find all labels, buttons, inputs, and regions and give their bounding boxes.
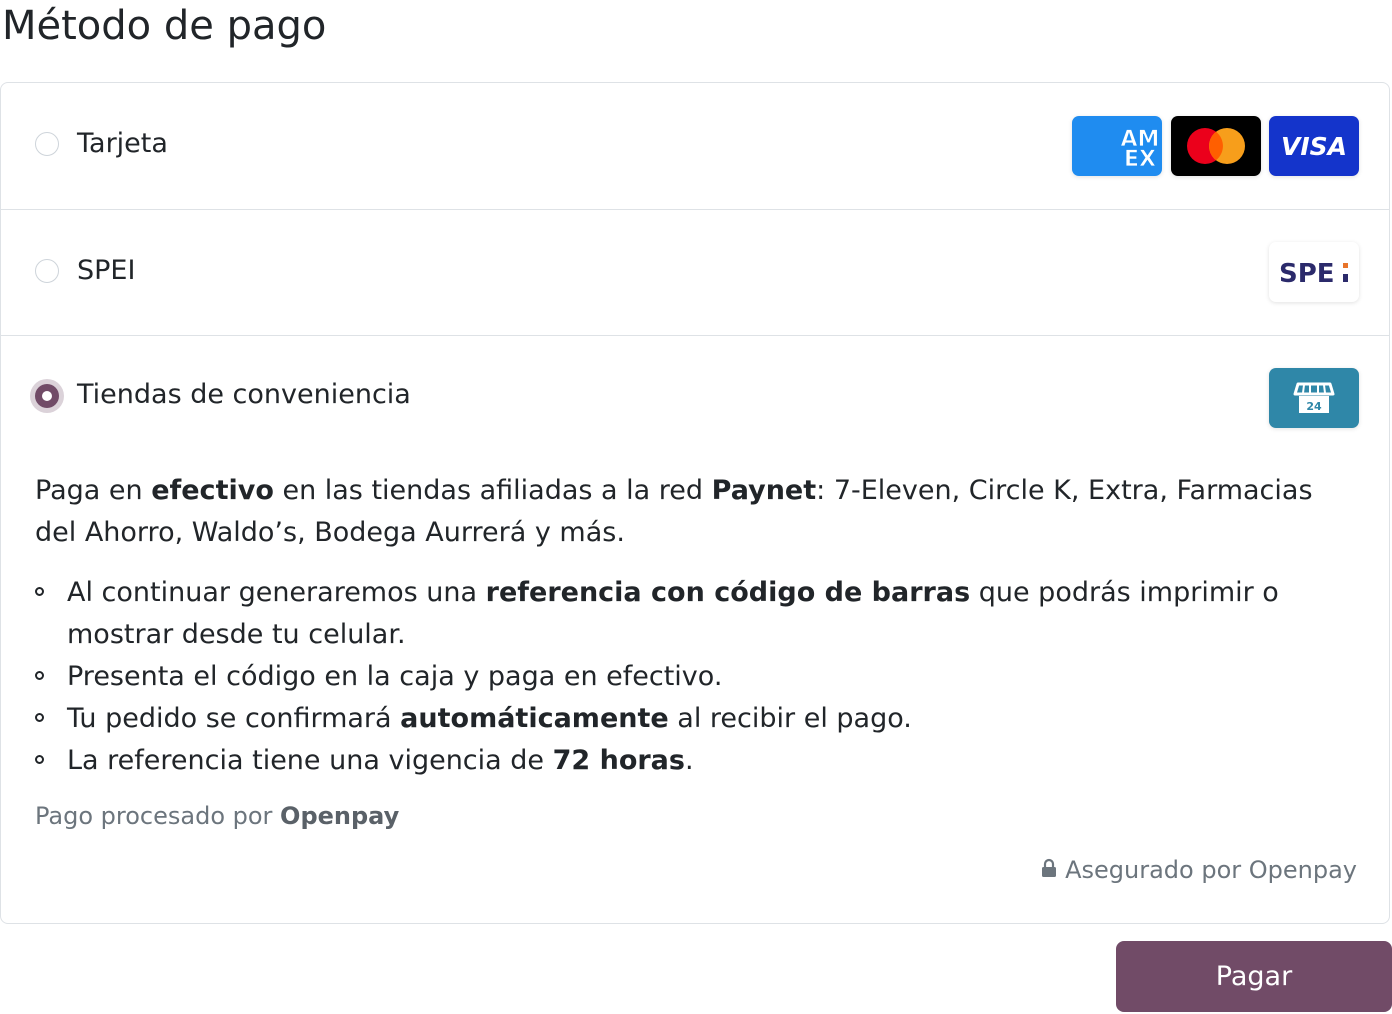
spei-radio[interactable] [35, 259, 59, 283]
bullet-icon [35, 755, 44, 764]
spei-text: SPE [1279, 259, 1335, 289]
payment-method-card[interactable]: Tarjeta AM EX VISA [1, 83, 1389, 210]
list-item: La referencia tiene una vigencia de 72 h… [35, 740, 1335, 782]
stores-method-label: Tiendas de conveniencia [77, 379, 411, 410]
payment-method-stores[interactable]: Tiendas de conveniencia 24 Paga en efect… [1, 336, 1389, 924]
amex-icon: AM EX [1072, 116, 1162, 176]
payment-method-spei[interactable]: SPEI SPE [1, 210, 1389, 336]
amex-line2: EX [1124, 147, 1156, 172]
payment-method-list: Tarjeta AM EX VISA SPEI SPE Tiendas de c… [0, 82, 1390, 924]
card-radio[interactable] [35, 132, 59, 156]
list-item: Al continuar generaremos una referencia … [35, 572, 1335, 656]
card-method-label: Tarjeta [77, 128, 168, 159]
visa-text: VISA [1281, 132, 1347, 161]
bullet-icon [35, 671, 44, 680]
list-item: Tu pedido se confirmará automáticamente … [35, 698, 1335, 740]
secured-by-notice: Asegurado por Openpay [1041, 856, 1357, 884]
stores-steps-list: Al continuar generaremos una referencia … [35, 572, 1335, 782]
list-item: Presenta el código en la caja y paga en … [35, 656, 1335, 698]
stores-radio[interactable] [35, 384, 59, 408]
page-title: Método de pago [2, 3, 327, 49]
pay-button[interactable]: Pagar [1116, 941, 1392, 1012]
store-24-icon: 24 [1269, 368, 1359, 428]
processed-by-text: Pago procesado por Openpay [35, 802, 400, 830]
stores-description: Paga en efectivo en las tiendas afiliada… [35, 475, 1313, 548]
openpay-brand: Openpay [280, 802, 400, 830]
bullet-icon [35, 587, 44, 596]
store-badge-text: 24 [1306, 400, 1322, 413]
spei-icon: SPE [1269, 242, 1359, 302]
mastercard-icon [1171, 116, 1261, 176]
lock-icon [1041, 856, 1057, 884]
visa-icon: VISA [1269, 116, 1359, 176]
bullet-icon [35, 713, 44, 722]
spei-method-label: SPEI [77, 255, 136, 286]
secured-by-label: Asegurado por Openpay [1065, 856, 1357, 884]
